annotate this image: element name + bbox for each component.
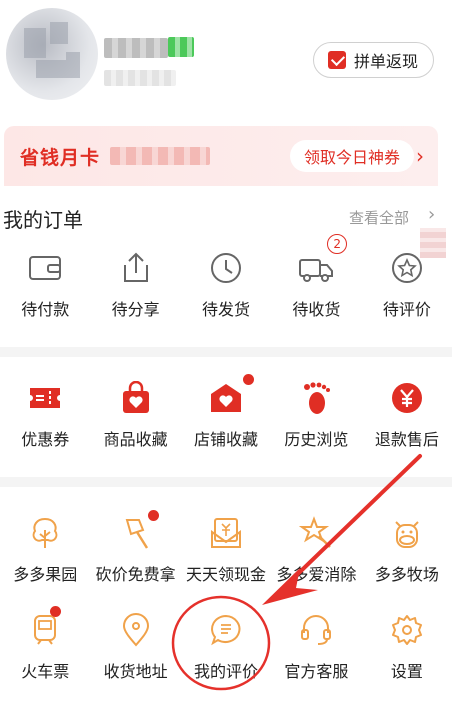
train-tickets-dot — [50, 606, 61, 617]
tool-official-support[interactable]: 官方客服 — [271, 612, 361, 682]
store-favorites-dot — [242, 374, 254, 385]
savings-card-title: 省钱月卡 — [20, 146, 101, 169]
tool-label: 火车票 — [21, 662, 70, 681]
services-row: 优惠券 商品收藏 店铺收藏 历史浏览 退款售后 — [0, 374, 452, 450]
headset-icon — [298, 612, 334, 648]
section-divider — [0, 347, 452, 357]
service-label: 优惠券 — [21, 430, 70, 449]
gear-icon — [389, 612, 425, 648]
axe-icon — [118, 515, 154, 551]
tool-shipping-address[interactable]: 收货地址 — [90, 612, 180, 682]
service-label: 退款售后 — [374, 430, 439, 449]
profile-page: 拼单返现 省钱月卡 领取今日神券 › 我的订单 查看全部 › 待付款 待分享 待… — [0, 0, 452, 701]
tool-label: 官方客服 — [284, 662, 349, 681]
pending-receipt-count-badge: 2 — [327, 234, 348, 254]
tool-label: 设置 — [390, 662, 423, 681]
tool-label: 砍价免费拿 — [95, 565, 176, 584]
savings-card[interactable]: 省钱月卡 领取今日神券 › — [4, 126, 438, 186]
order-pending-share[interactable]: 待分享 — [90, 250, 180, 320]
review-star-icon — [389, 250, 425, 286]
service-label: 历史浏览 — [284, 430, 349, 449]
location-pin-icon — [118, 612, 154, 648]
chevron-right-icon: › — [416, 144, 424, 168]
store-heart-icon — [208, 380, 244, 416]
service-refund-aftersales[interactable]: 退款售后 — [362, 380, 452, 450]
section-divider — [0, 477, 452, 487]
avatar[interactable] — [6, 8, 98, 100]
bargain-dot — [148, 510, 160, 521]
tool-label: 我的评价 — [194, 662, 259, 681]
service-browse-history[interactable]: 历史浏览 — [271, 380, 361, 450]
tool-duoduo-orchard[interactable]: 多多果园 — [0, 515, 90, 585]
order-status-row: 待付款 待分享 待发货 2 待收货 待评价 — [0, 234, 452, 320]
orders-title: 我的订单 — [3, 208, 83, 232]
comment-bubble-icon — [208, 612, 244, 648]
tool-label: 多多爱消除 — [276, 565, 357, 584]
order-pending-shipment[interactable]: 待发货 — [181, 250, 271, 320]
tool-my-reviews[interactable]: 我的评价 — [181, 612, 271, 682]
user-subtitle-blurred — [104, 70, 176, 86]
claim-coupon-button[interactable]: 领取今日神券 — [290, 140, 415, 172]
order-label: 待收货 — [292, 300, 341, 319]
tool-label: 多多牧场 — [374, 565, 439, 584]
order-pending-review[interactable]: 待评价 — [362, 250, 452, 320]
view-all-orders-link[interactable]: 查看全部 — [349, 207, 409, 228]
service-label: 店铺收藏 — [194, 430, 259, 449]
group-cashback-button[interactable]: 拼单返现 — [313, 42, 434, 78]
footprint-icon — [298, 380, 334, 416]
username-blurred — [104, 38, 168, 58]
star-wand-icon — [298, 515, 334, 551]
chevron-right-icon: › — [428, 204, 436, 225]
bag-heart-icon — [118, 380, 154, 416]
service-favorite-products[interactable]: 商品收藏 — [90, 380, 180, 450]
tool-label: 多多果园 — [13, 565, 78, 584]
tool-duoduo-ranch[interactable]: 多多牧场 — [362, 515, 452, 585]
tools-row-1: 多多果园 砍价免费拿 天天领现金 多多爱消除 多多牧场 — [0, 510, 452, 585]
order-pending-payment[interactable]: 待付款 — [0, 250, 90, 320]
tool-label: 天天领现金 — [186, 565, 267, 584]
tool-bargain-free[interactable]: 砍价免费拿 — [90, 510, 180, 585]
wallet-icon — [27, 250, 63, 286]
coupon-icon — [27, 380, 63, 416]
red-envelope-icon — [328, 51, 346, 69]
train-icon — [27, 612, 63, 648]
tool-train-tickets[interactable]: 火车票 — [0, 606, 90, 682]
order-label: 待评价 — [382, 300, 431, 319]
tool-daily-cash[interactable]: 天天领现金 — [181, 515, 271, 585]
service-label: 商品收藏 — [103, 430, 168, 449]
tree-icon — [27, 515, 63, 551]
service-favorite-stores[interactable]: 店铺收藏 — [181, 374, 271, 450]
savings-card-blurred-text — [110, 147, 211, 165]
clock-icon — [208, 250, 244, 286]
service-coupons[interactable]: 优惠券 — [0, 380, 90, 450]
order-label: 待发货 — [202, 300, 251, 319]
tool-settings[interactable]: 设置 — [362, 612, 452, 682]
share-icon — [118, 250, 154, 286]
order-label: 待付款 — [21, 300, 70, 319]
cash-envelope-icon — [208, 515, 244, 551]
tools-row-2: 火车票 收货地址 我的评价 官方客服 设置 — [0, 606, 452, 682]
username-blurred-highlight — [168, 37, 194, 57]
group-cashback-label: 拼单返现 — [354, 52, 419, 71]
order-label: 待分享 — [111, 300, 160, 319]
refund-yen-icon — [389, 380, 425, 416]
tool-label: 收货地址 — [103, 662, 168, 681]
cow-icon — [389, 515, 425, 551]
truck-icon — [298, 250, 334, 286]
order-pending-receipt[interactable]: 2 待收货 — [271, 234, 361, 320]
tool-duoduo-match[interactable]: 多多爱消除 — [271, 515, 361, 585]
